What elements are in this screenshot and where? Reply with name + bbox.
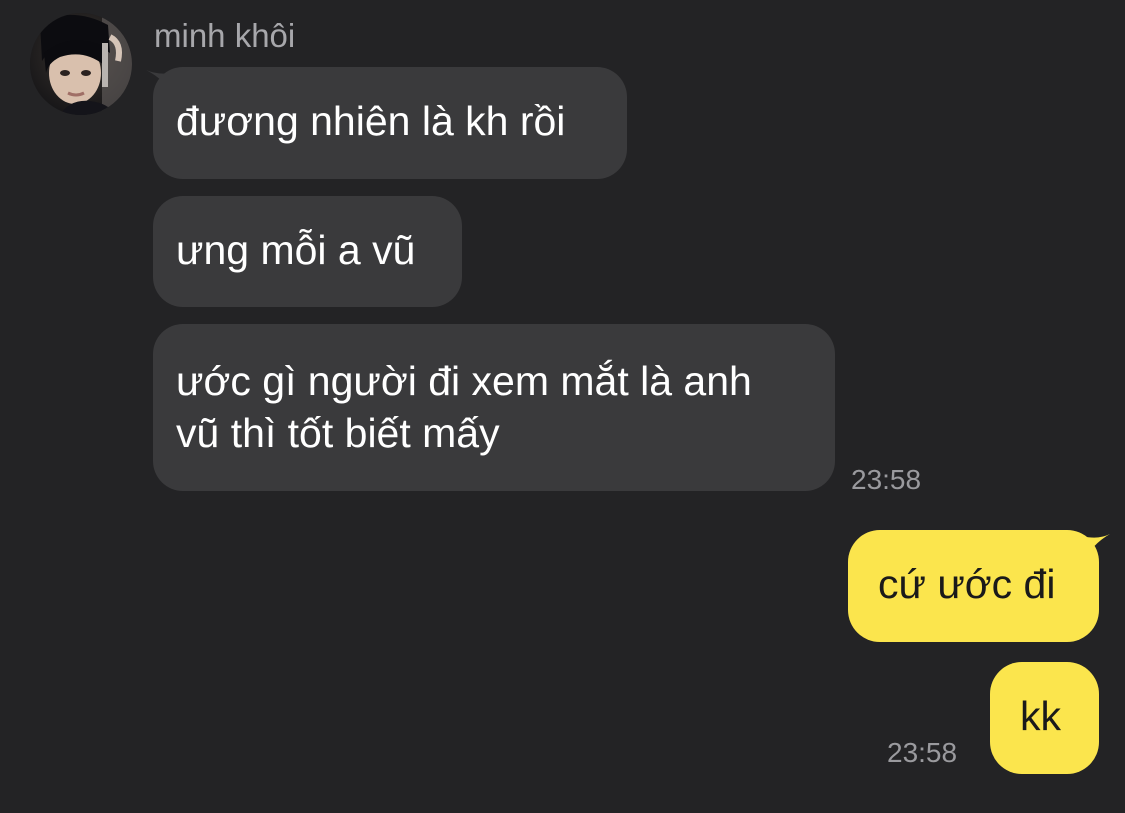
incoming-timestamp: 23:58 — [851, 464, 922, 495]
sender-avatar[interactable] — [30, 13, 132, 115]
outgoing-timestamp: 23:58 — [887, 737, 958, 768]
message-text-line: ước gì người đi xem mắt là anh — [176, 358, 752, 404]
outgoing-message-bubble[interactable]: kk — [990, 662, 1099, 774]
incoming-message-bubble[interactable]: ưng mỗi a vũ — [153, 196, 462, 307]
message-text-line: vũ thì tốt biết mấy — [176, 410, 500, 456]
message-text: ưng mỗi a vũ — [176, 227, 416, 273]
message-text: kk — [1020, 693, 1061, 739]
outgoing-message-bubble[interactable]: cứ ước đi — [848, 530, 1099, 642]
incoming-message-bubble[interactable]: ước gì người đi xem mắt là anh vũ thì tố… — [153, 324, 835, 491]
message-text: đương nhiên là kh rồi — [176, 98, 566, 144]
incoming-message-bubble[interactable]: đương nhiên là kh rồi — [153, 67, 627, 179]
message-text: cứ ước đi — [878, 561, 1056, 607]
avatar-photo — [30, 13, 132, 115]
sender-name: minh khôi — [154, 17, 296, 54]
